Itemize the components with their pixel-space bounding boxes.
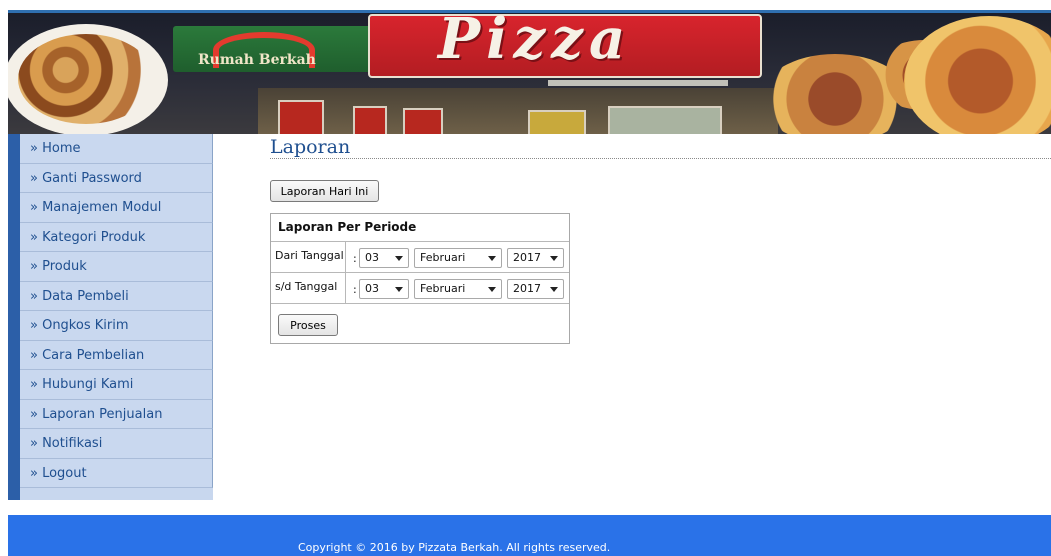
from-year-value: 2017: [513, 251, 541, 264]
sidebar-menu: » Home » Ganti Password » Manajemen Modu…: [8, 134, 213, 500]
to-day-value: 03: [365, 282, 379, 295]
to-date-label: s/d Tanggal: [275, 280, 338, 293]
sidebar-item-hubungi-kami[interactable]: » Hubungi Kami: [20, 370, 213, 400]
copyright-text: Copyright © 2016 by Pizzata Berkah. All …: [298, 541, 611, 554]
chevron-down-icon: [395, 256, 403, 261]
chevron-down-icon: [395, 287, 403, 292]
from-year-select[interactable]: 2017: [507, 248, 564, 268]
to-month-value: Februari: [420, 282, 466, 295]
laporan-hari-ini-button[interactable]: Laporan Hari Ini: [270, 180, 379, 202]
ceiling-lights: [548, 80, 728, 86]
sidebar-item-home[interactable]: » Home: [20, 134, 213, 164]
sidebar-item-notifikasi[interactable]: » Notifikasi: [20, 429, 213, 459]
sidebar-item-logout[interactable]: » Logout: [20, 458, 213, 488]
sidebar-item-data-pembeli[interactable]: » Data Pembeli: [20, 281, 213, 311]
form-divider: [271, 303, 569, 304]
header-banner: Pizza Rumah Berkah: [8, 10, 1051, 134]
chevron-down-icon: [488, 287, 496, 292]
from-month-value: Februari: [420, 251, 466, 264]
sidebar-item-produk[interactable]: » Produk: [20, 252, 213, 282]
chevron-down-icon: [488, 256, 496, 261]
sidebar-item-ganti-password[interactable]: » Ganti Password: [20, 163, 213, 193]
to-year-select[interactable]: 2017: [507, 279, 564, 299]
from-date-label: Dari Tanggal: [275, 249, 344, 262]
sidebar-item-manajemen-modul[interactable]: » Manajemen Modul: [20, 193, 213, 223]
shop-window: [528, 110, 586, 134]
brand-logo-text: Pizza: [438, 10, 632, 72]
form-divider: [271, 241, 569, 242]
shop-window: [403, 108, 443, 134]
from-day-select[interactable]: 03: [359, 248, 409, 268]
form-divider: [271, 272, 569, 273]
pizza-image: [904, 16, 1051, 134]
period-form-heading: Laporan Per Periode: [278, 220, 417, 234]
footer: Copyright © 2016 by Pizzata Berkah. All …: [8, 515, 1051, 556]
sidebar-item-ongkos-kirim[interactable]: » Ongkos Kirim: [20, 311, 213, 341]
proses-button[interactable]: Proses: [278, 314, 338, 336]
food-plate-image: [8, 24, 168, 134]
from-month-select[interactable]: Februari: [414, 248, 502, 268]
sidebar-item-cara-pembelian[interactable]: » Cara Pembelian: [20, 340, 213, 370]
from-day-value: 03: [365, 251, 379, 264]
to-day-select[interactable]: 03: [359, 279, 409, 299]
to-year-value: 2017: [513, 282, 541, 295]
period-report-form: Laporan Per Periode Dari Tanggal : 03 Fe…: [270, 213, 570, 344]
sidebar-item-kategori-produk[interactable]: » Kategori Produk: [20, 222, 213, 252]
from-colon: :: [353, 252, 357, 265]
shop-window: [278, 100, 324, 134]
shop-window: [353, 106, 387, 134]
chevron-down-icon: [550, 256, 558, 261]
sidebar-item-laporan-penjualan[interactable]: » Laporan Penjualan: [20, 399, 213, 429]
page-title: Laporan: [270, 136, 1051, 159]
to-month-select[interactable]: Februari: [414, 279, 502, 299]
banner-sub-label: Rumah Berkah: [198, 52, 316, 68]
to-colon: :: [353, 283, 357, 296]
chevron-down-icon: [550, 287, 558, 292]
shop-window: [608, 106, 722, 134]
